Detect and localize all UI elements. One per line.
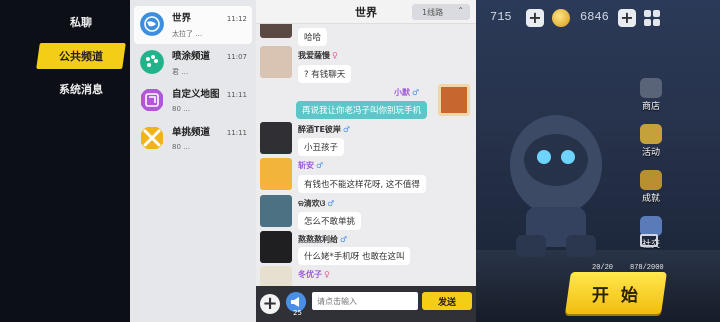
nav-label: 公共频道 [59, 50, 103, 63]
mail-icon[interactable] [640, 234, 658, 247]
add-currency-two-button[interactable]: + [618, 9, 636, 27]
conversation-time: 11:07 [226, 53, 247, 61]
conversation-time: 11:11 [226, 129, 247, 137]
message-username: 小默 ♂ [394, 88, 420, 97]
message-username: 我爱薩慢 ♀ [298, 51, 338, 60]
side-menu-events[interactable]: 活动 [636, 124, 666, 158]
conversation-item-duel[interactable]: 单挑频道 80 … 11:11 [134, 120, 252, 158]
events-icon [640, 124, 662, 144]
avatar[interactable] [438, 84, 470, 116]
message-list[interactable]: 哈哈 我爱薩慢 ♀ ? 有钱聊天 小默 ♂ 再说我让你老冯子叫你别玩手机 醉酒TE彼… [256, 24, 476, 286]
side-menu-label: 活动 [641, 148, 660, 158]
send-button[interactable]: 发送 [422, 292, 472, 310]
avatar[interactable] [260, 231, 292, 263]
conversation-list: 世界 太拉了 … 11:12 喷涂频道 君 … 11:07 自定义地图 80 …… [130, 0, 256, 322]
nav-system-messages[interactable]: 系统消息 [38, 76, 124, 102]
avatar[interactable] [260, 46, 292, 78]
palette-icon [140, 50, 164, 74]
nav-label: 私聊 [70, 16, 92, 29]
message-bubble: ? 有钱聊天 [298, 65, 352, 83]
nav-private-chat[interactable]: 私聊 [38, 9, 124, 35]
side-menu-label: 商店 [641, 102, 660, 112]
coin-icon [552, 9, 570, 27]
social-icon [640, 216, 662, 236]
chat-header: 世界 1线路 ⌃ [256, 0, 476, 24]
chat-input-bar: + 25 发送 [256, 286, 476, 322]
side-menu-achievements[interactable]: 成就 [636, 170, 666, 204]
start-game-label: 开 始 [591, 285, 641, 306]
progress-left-text: 20/20 [592, 264, 614, 272]
message-username: 醉酒TE彼岸 ♂ [298, 125, 351, 134]
crossed-swords-icon [141, 127, 163, 149]
message-bubble: 怎么不敢单挑 [298, 212, 362, 230]
nav-public-channel[interactable]: 公共频道 [36, 43, 126, 69]
avatar[interactable] [260, 122, 292, 154]
avatar[interactable] [260, 195, 292, 227]
nav-label: 系统消息 [59, 83, 103, 96]
conversation-item-world[interactable]: 世界 太拉了 … 11:12 [134, 6, 252, 44]
megaphone-count: 25 [293, 309, 302, 317]
menu-grid-icon[interactable] [644, 10, 660, 26]
conversation-last-message: 80 … [172, 143, 191, 151]
side-menu-shop[interactable]: 商店 [636, 78, 666, 112]
message-username: 熬熬熬利给 ♂ [298, 235, 348, 244]
robot-mascot-illustration [510, 115, 602, 257]
conversation-item-paint[interactable]: 喷涂频道 君 … 11:07 [134, 44, 252, 82]
chat-panel: 世界 1线路 ⌃ 哈哈 我爱薩慢 ♀ ? 有钱聊天 小默 ♂ 再说我让你老冯子叫你别… [256, 0, 476, 322]
add-currency-one-button[interactable]: + [526, 9, 544, 27]
progress-right-text: 878/2000 [630, 264, 664, 272]
server-line-value: 1线路 [422, 7, 444, 17]
chevron-up-icon: ⌃ [457, 6, 464, 15]
conversation-last-message: 君 … [172, 68, 189, 76]
message-bubble: 哈哈 [298, 28, 328, 46]
chat-title: 世界 [355, 5, 377, 19]
globe-icon [140, 12, 164, 36]
avatar[interactable] [260, 266, 292, 286]
avatar[interactable] [260, 24, 292, 38]
start-game-button[interactable]: 开 始 [565, 272, 667, 314]
message-username: 冬优子 ♀ [298, 270, 330, 279]
message-bubble: 小丑孩子 [298, 138, 345, 156]
conversation-time: 11:11 [226, 91, 247, 99]
message-username: ଳ清欢ଓ ♂ [298, 199, 335, 208]
side-menu-label: 成就 [641, 194, 660, 204]
avatar[interactable] [260, 158, 292, 190]
trophy-icon [640, 170, 662, 190]
currency-one: 715 [490, 4, 512, 30]
chat-message-input[interactable] [312, 292, 418, 310]
currency-two-value: 6846 [580, 10, 609, 24]
send-button-label: 发送 [437, 297, 456, 308]
message-bubble: 什么姥*手机呀 也敢在这叫 [298, 247, 411, 265]
shop-icon [640, 78, 662, 98]
channel-nav-panel: 私聊 公共频道 系统消息 [0, 0, 130, 322]
currency-two: 6846 [580, 4, 609, 30]
conversation-item-custom-map[interactable]: 自定义地图 80 … 11:11 [134, 82, 252, 120]
currency-one-value: 715 [490, 10, 512, 24]
map-icon [141, 89, 163, 111]
conversation-time: 11:12 [226, 15, 247, 23]
add-attachment-button[interactable]: + [260, 294, 280, 314]
server-line-select[interactable]: 1线路 ⌃ [412, 4, 470, 20]
conversation-last-message: 80 … [172, 105, 191, 113]
message-username: 斩安 ♂ [298, 161, 324, 170]
message-bubble: 有钱也不能这样花呀, 这不值得 [298, 175, 426, 193]
message-bubble: 再说我让你老冯子叫你别玩手机 [296, 101, 428, 119]
conversation-last-message: 太拉了 … [172, 30, 203, 38]
